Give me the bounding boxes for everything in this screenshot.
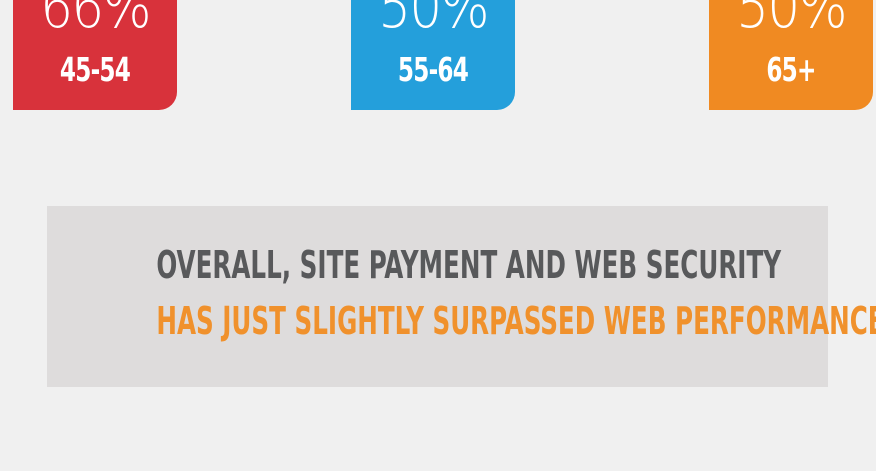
stat-age-group: 65+	[766, 50, 816, 89]
stat-age-group: 45-54	[59, 50, 131, 89]
stat-percent: 50%	[378, 0, 489, 42]
stat-age-group: 55-64	[397, 50, 469, 89]
stat-card-45-54: 66% 45-54	[13, 0, 177, 110]
callout-subheadline: HAS JUST SLIGHTLY SURPASSED WEB PERFORMA…	[156, 299, 876, 343]
stat-percent: 66%	[40, 0, 151, 42]
stat-card-55-64: 50% 55-64	[351, 0, 515, 110]
callout-box: OVERALL, SITE PAYMENT AND WEB SECURITY H…	[47, 206, 876, 387]
stat-card-65-plus: 50% 65+	[709, 0, 873, 110]
callout-headline: OVERALL, SITE PAYMENT AND WEB SECURITY	[156, 243, 782, 287]
stat-percent: 50%	[736, 0, 847, 42]
